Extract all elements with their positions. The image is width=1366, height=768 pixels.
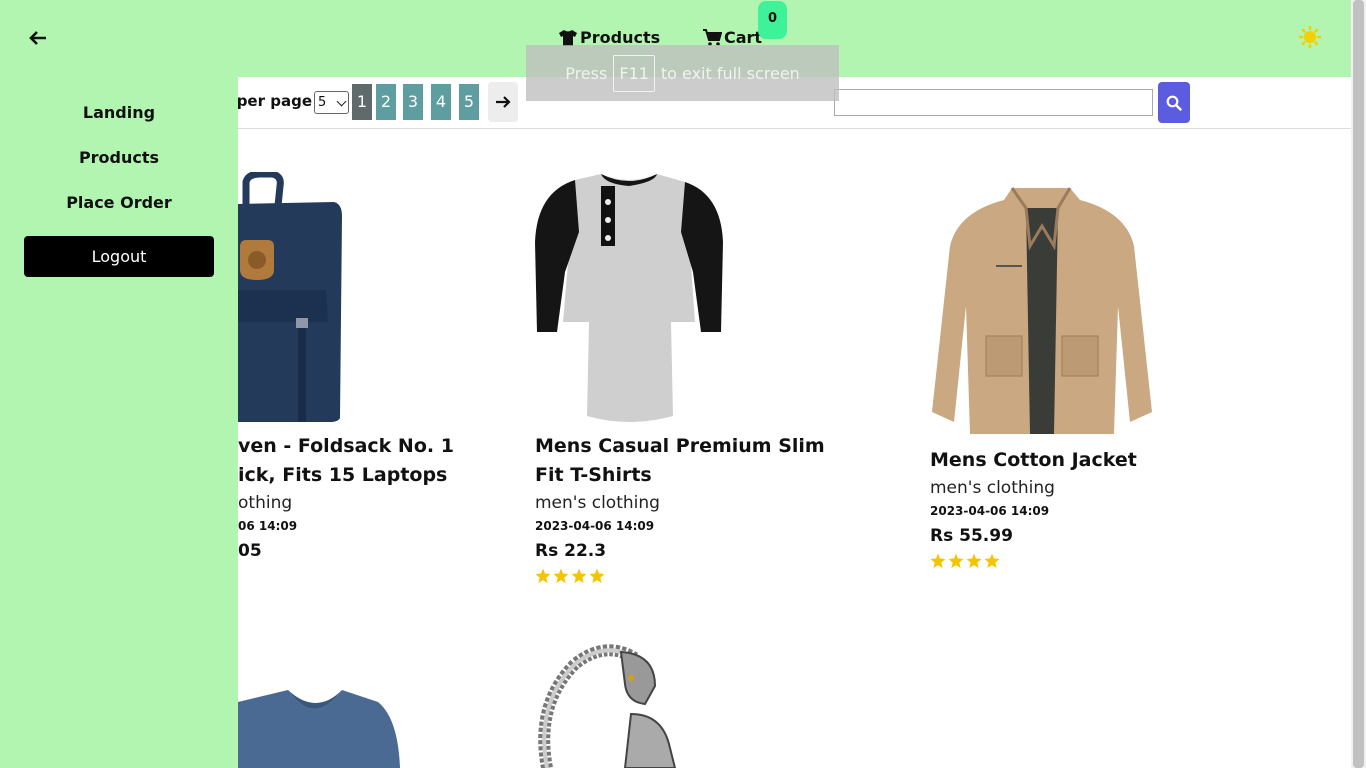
page-button-2[interactable]: 2	[376, 84, 396, 120]
sidebar-item-landing[interactable]: Landing	[0, 103, 238, 122]
product-date: 06 14:09	[238, 519, 298, 533]
vneck-shirt-product-image	[238, 690, 400, 768]
chevron-down-icon	[336, 96, 347, 107]
fullscreen-exit-toast: Press F11 to exit full screen	[526, 45, 839, 101]
star-icon	[930, 553, 946, 568]
product-card[interactable]: ven - Foldsack No. 1 ick, Fits 15 Laptop…	[238, 170, 454, 566]
sidebar-item-products[interactable]: Products	[0, 148, 238, 167]
jacket-product-image	[932, 187, 1152, 434]
rating-stars	[930, 553, 1154, 569]
sidebar-drawer: Landing Products Place Order Logout	[0, 0, 238, 768]
product-category: othing	[238, 493, 293, 513]
product-date: 2023-04-06 14:09	[535, 519, 655, 533]
product-card[interactable]: Mens Cotton Jacket men's clothing 2023-0…	[930, 186, 1154, 569]
page-button-1[interactable]: 1	[352, 84, 372, 120]
rating-stars	[535, 568, 825, 584]
toast-text-before: Press	[565, 63, 608, 83]
back-arrow-icon[interactable]	[29, 30, 47, 46]
star-icon	[589, 568, 605, 583]
product-title-line2: ick, Fits 15 Laptops	[238, 464, 448, 486]
items-per-page-value: 5	[318, 95, 327, 110]
toast-text-after: to exit full screen	[660, 63, 800, 83]
toolbar-divider	[238, 128, 1351, 129]
star-icon	[984, 553, 1000, 568]
next-page-button[interactable]	[488, 82, 518, 122]
product-title: ven - Foldsack No. 1	[238, 435, 454, 457]
product-category: men's clothing	[930, 478, 1055, 498]
theme-toggle-sun-icon[interactable]	[1299, 26, 1321, 48]
scrollbar-thumb[interactable]	[1353, 0, 1364, 768]
product-date: 2023-04-06 14:09	[930, 504, 1050, 518]
product-title: Mens Cotton Jacket	[930, 449, 1137, 471]
search-button[interactable]	[1158, 82, 1190, 123]
product-price: Rs 55.99	[930, 526, 1013, 546]
product-price: 05	[238, 541, 262, 561]
tshirt-icon	[559, 29, 577, 46]
bracelet-product-image	[538, 644, 677, 768]
product-title: Mens Casual Premium Slim	[535, 435, 825, 457]
items-per-page-label: Items per page :	[238, 92, 312, 110]
sidebar-item-place-order[interactable]: Place Order	[0, 193, 238, 212]
cart-icon	[703, 28, 722, 46]
page-button-5[interactable]: 5	[459, 84, 479, 120]
tshirt-product-image	[535, 174, 723, 422]
search-icon	[1166, 95, 1182, 111]
cart-count-badge: 0	[758, 1, 787, 39]
star-icon	[553, 568, 569, 583]
page-button-4[interactable]: 4	[431, 84, 451, 120]
product-category: men's clothing	[535, 493, 660, 513]
page-button-3[interactable]: 3	[403, 84, 423, 120]
star-icon	[948, 553, 964, 568]
star-icon	[966, 553, 982, 568]
product-price: Rs 22.3	[535, 541, 607, 561]
toast-key: F11	[613, 54, 655, 92]
items-per-page-select[interactable]: 5	[314, 91, 349, 114]
star-icon	[571, 568, 587, 583]
arrow-right-icon	[496, 96, 511, 108]
product-title-line2: Fit T-Shirts	[535, 464, 652, 486]
star-icon	[535, 568, 551, 583]
backpack-product-image	[238, 170, 342, 422]
logout-button[interactable]: Logout	[24, 236, 214, 277]
search-input[interactable]	[834, 89, 1153, 116]
product-card[interactable]: Mens Casual Premium Slim Fit T-Shirts me…	[535, 172, 825, 584]
